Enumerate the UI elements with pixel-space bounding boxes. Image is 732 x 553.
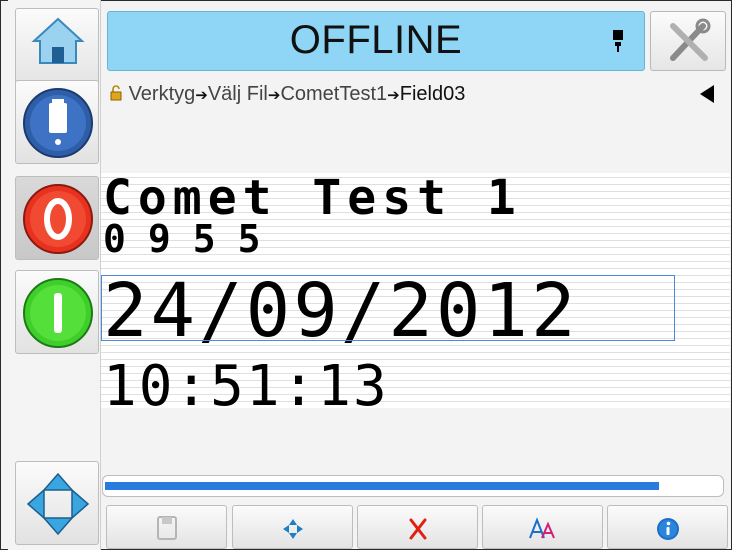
message-line-counter[interactable]: 0955	[103, 220, 283, 258]
breadcrumb-item-comettest1[interactable]: CometTest1	[280, 83, 387, 105]
font-icon	[528, 517, 555, 539]
ink-level-icon	[613, 30, 623, 52]
ink-bottle-icon	[23, 88, 93, 158]
delete-button[interactable]	[357, 505, 478, 549]
back-arrow-icon[interactable]	[700, 85, 714, 103]
start-icon	[23, 278, 93, 348]
status-bar[interactable]: OFFLINE	[107, 11, 645, 71]
home-icon	[31, 17, 85, 64]
breadcrumb: Verktyg➔Välj Fil➔CometTest1➔Field03	[109, 83, 465, 106]
breadcrumb-separator: ➔	[267, 87, 281, 104]
breadcrumb-item-valj-fil[interactable]: Välj Fil	[208, 83, 268, 105]
breadcrumb-item-field03: Field03	[399, 83, 466, 105]
progress-fill	[105, 482, 659, 490]
delete-icon	[409, 518, 426, 540]
bottom-toolbar	[102, 505, 730, 550]
breadcrumb-separator: ➔	[387, 87, 400, 104]
navigate-arrows-icon	[26, 472, 90, 536]
move-icon	[282, 519, 303, 539]
tools-button[interactable]	[650, 11, 726, 71]
breadcrumb-item-verktyg[interactable]: Verktyg	[129, 83, 196, 105]
info-icon	[656, 518, 679, 540]
tools-icon	[670, 18, 711, 61]
lock-icon	[110, 85, 122, 101]
breadcrumb-separator: ➔	[195, 87, 208, 104]
status-text: OFFLINE	[289, 18, 463, 62]
stop-button[interactable]	[15, 176, 99, 260]
navigate-button[interactable]	[15, 461, 99, 545]
font-button[interactable]	[482, 505, 603, 549]
stop-icon	[23, 184, 93, 254]
sidebar	[8, 0, 101, 550]
field-selection-box	[101, 275, 675, 341]
ink-button[interactable]	[15, 80, 99, 164]
move-button[interactable]	[232, 505, 353, 549]
progress-bar	[102, 475, 724, 497]
message-line-time[interactable]: 10:51:13	[103, 359, 389, 415]
save-icon	[156, 516, 177, 540]
message-line-text[interactable]: Comet Test 1	[103, 174, 522, 222]
save-button[interactable]	[106, 505, 227, 549]
start-button[interactable]	[15, 270, 99, 354]
info-button[interactable]	[607, 505, 728, 549]
